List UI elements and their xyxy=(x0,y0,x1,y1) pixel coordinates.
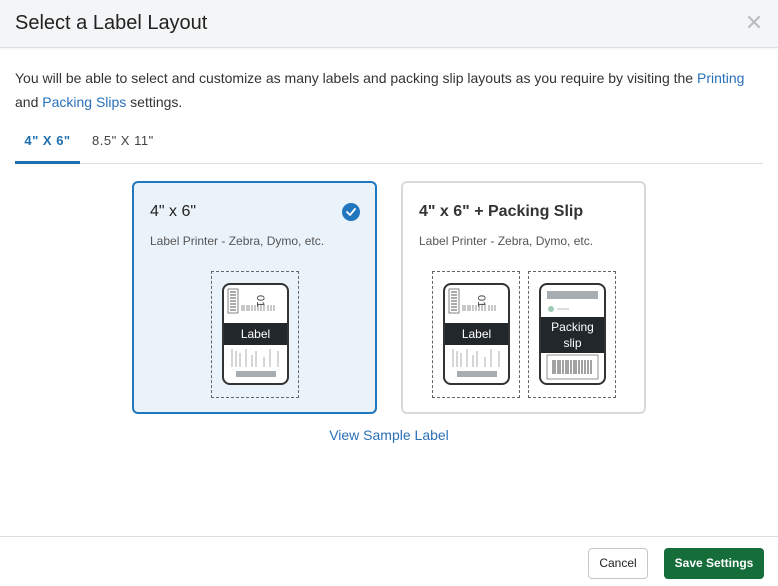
checkmark-icon xyxy=(342,203,360,221)
card-title: 4" x 6" + Packing Slip xyxy=(419,203,584,220)
save-settings-button[interactable]: Save Settings xyxy=(664,548,764,579)
dialog-header: Select a Label Layout xyxy=(0,0,778,48)
label-preview-frame: 01 Label xyxy=(432,271,520,398)
intro-text-after: settings. xyxy=(126,94,183,110)
select-label-layout-dialog: Select a Label Layout You will be able t… xyxy=(0,0,778,586)
label-preview-caption: Label xyxy=(445,323,508,345)
shipping-label-icon: 01 Label xyxy=(443,283,510,385)
tab-4x6[interactable]: 4" X 6" xyxy=(15,124,80,164)
packing-slip-icon: Packing slip xyxy=(539,283,606,385)
packing-slip-caption-line2: slip xyxy=(563,336,582,350)
layout-card-4x6-packing-slip[interactable]: 4" x 6" + Packing Slip Label Printer - Z… xyxy=(401,181,646,414)
shipping-label-icon: 01 Label xyxy=(222,283,289,385)
layout-tabs: 4" X 6" 8.5" X 11" xyxy=(15,124,763,164)
label-preview-caption: Label xyxy=(224,323,287,345)
card-title: 4" x 6" xyxy=(150,203,197,220)
label-preview-frame: 01 Label xyxy=(211,271,299,398)
packing-slip-caption-line1: Packing xyxy=(551,320,594,334)
packing-slip-preview-frame: Packing slip xyxy=(528,271,616,398)
dialog-footer: Cancel Save Settings xyxy=(0,536,778,586)
card-subtitle: Label Printer - Zebra, Dymo, etc. xyxy=(150,234,325,248)
printing-link[interactable]: Printing xyxy=(697,70,744,86)
packing-slip-preview-caption: Packing slip xyxy=(541,317,604,353)
card-subtitle: Label Printer - Zebra, Dymo, etc. xyxy=(419,234,594,248)
dialog-title: Select a Label Layout xyxy=(15,12,208,34)
intro-text-and-start: and xyxy=(15,94,43,110)
close-icon[interactable] xyxy=(744,12,764,32)
cancel-button[interactable]: Cancel xyxy=(588,548,648,579)
packing-slips-link[interactable]: Packing Slips xyxy=(42,94,126,110)
view-sample-label-link[interactable]: View Sample Label xyxy=(0,427,778,443)
tab-8-5x11[interactable]: 8.5" X 11" xyxy=(92,124,154,164)
layout-card-4x6[interactable]: 4" x 6" Label Printer - Zebra, Dymo, etc… xyxy=(132,181,377,414)
intro-text: You will be able to select and customize… xyxy=(15,66,765,114)
intro-text-before: You will be able to select and customize… xyxy=(15,70,697,86)
